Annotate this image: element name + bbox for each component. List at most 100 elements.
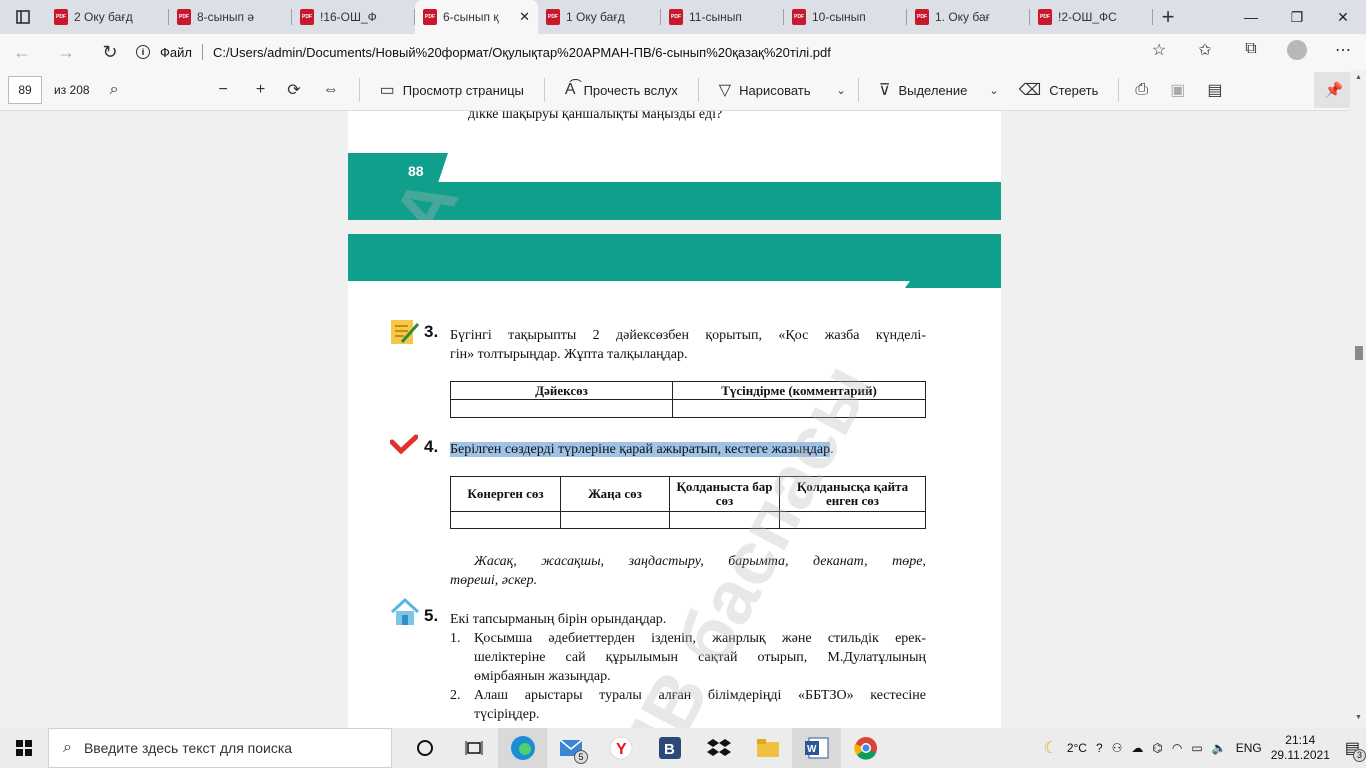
- table-cell: [450, 399, 673, 418]
- battery-icon[interactable]: ▭: [1191, 741, 1202, 755]
- divider: [697, 78, 699, 102]
- page-view-icon: ▭: [379, 82, 395, 99]
- header-band: [348, 234, 1001, 281]
- scroll-thumb[interactable]: [1355, 346, 1363, 360]
- weather-icon[interactable]: ☾: [1043, 738, 1057, 758]
- favorites-icon[interactable]: ✩: [1182, 40, 1228, 65]
- page-number-input[interactable]: 89: [8, 76, 42, 104]
- tab-4-active[interactable]: PDF 6-сынып қ ✕: [415, 0, 538, 34]
- notifications-icon[interactable]: ▤ 3: [1345, 738, 1366, 762]
- save-icon[interactable]: ▣: [1170, 80, 1185, 100]
- close-window-icon[interactable]: ✕: [1320, 0, 1366, 34]
- more-menu-icon[interactable]: ⋯: [1320, 40, 1366, 65]
- cortana-icon[interactable]: [400, 728, 449, 768]
- list-number: 2.: [450, 688, 461, 703]
- onedrive-icon[interactable]: ☁: [1131, 741, 1143, 755]
- eraser-icon: ⌫: [1018, 82, 1042, 99]
- draw-button[interactable]: ▽ Нарисовать ⌄: [719, 80, 846, 100]
- tab-8[interactable]: PDF 1. Оку бағ: [907, 0, 1030, 34]
- divider: [201, 44, 203, 60]
- address-bar: ← → ↻ i Файл C:/Users/admin/Documents/Но…: [0, 34, 1366, 70]
- tab-6[interactable]: PDF 11-сынып: [661, 0, 784, 34]
- table-cell: [560, 511, 670, 529]
- refresh-icon[interactable]: ↻: [88, 42, 132, 63]
- print-icon[interactable]: ⎙: [1135, 81, 1148, 99]
- tab-7[interactable]: PDF 10-сынып: [784, 0, 907, 34]
- people-icon[interactable]: ⚇: [1112, 741, 1123, 755]
- vk-app-icon[interactable]: B: [645, 728, 694, 768]
- tab-5[interactable]: PDF 1 Оку бағд: [538, 0, 661, 34]
- help-icon[interactable]: ?: [1096, 741, 1103, 755]
- add-favorite-icon[interactable]: ☆: [1136, 40, 1182, 65]
- page-view-button[interactable]: ▭ Просмотр страницы: [380, 80, 524, 100]
- scrollbar[interactable]: ▲ ▼: [1350, 70, 1366, 728]
- network-icon[interactable]: ⌬: [1152, 741, 1162, 755]
- fit-page-icon[interactable]: ⇔: [323, 81, 339, 99]
- word-icon[interactable]: W: [792, 728, 841, 768]
- scroll-up-icon[interactable]: ▲: [1355, 74, 1362, 81]
- system-tray: ☾ 2°C ? ⚇ ☁ ⌬ ◠ ▭ 🔈 ENG 21:14 29.11.2021 …: [1043, 733, 1366, 763]
- file-explorer-icon[interactable]: [743, 728, 792, 768]
- notification-count: 3: [1353, 749, 1366, 762]
- table-cell: [450, 511, 561, 529]
- restore-icon[interactable]: ❐: [1274, 0, 1320, 34]
- header-band-edge: [905, 280, 1001, 288]
- task-text: гін» толтырыңдар. Жұпта талқылаңдар.: [450, 347, 688, 362]
- minimize-icon[interactable]: —: [1228, 0, 1274, 34]
- tab-9[interactable]: PDF !2-ОШ_ФС: [1030, 0, 1153, 34]
- chrome-icon[interactable]: [841, 728, 890, 768]
- read-aloud-button[interactable]: A͡ Прочесть вслух: [565, 81, 678, 99]
- erase-button[interactable]: ⌫ Стереть: [1019, 80, 1099, 100]
- task-number: 5.: [424, 606, 439, 625]
- search-icon: ⌕: [63, 739, 72, 756]
- task-view-icon[interactable]: [449, 728, 498, 768]
- rotate-icon[interactable]: ⟳: [287, 80, 300, 100]
- zoom-out-icon[interactable]: −: [219, 81, 228, 99]
- divider: [543, 78, 545, 102]
- read-aloud-icon: A͡: [564, 81, 576, 98]
- pdf-icon: PDF: [546, 9, 560, 25]
- tab-actions-icon[interactable]: [0, 0, 46, 34]
- pdf-page-88: дікке шақыруы қаншалықты маңызды еді? 88…: [348, 111, 1001, 220]
- highlight-button[interactable]: ⊽ Выделение ⌄: [879, 80, 999, 100]
- close-tab-icon[interactable]: ✕: [519, 9, 530, 25]
- tab-1[interactable]: PDF 2 Оку бағд: [46, 0, 169, 34]
- word-type-table: Көнерген сөз Жаңа сөз Қолданыста бар сөз…: [450, 476, 926, 529]
- collections-icon[interactable]: ⧉: [1228, 40, 1274, 65]
- search-icon[interactable]: ⌕: [110, 81, 119, 99]
- taskbar: ⌕ Введите здесь текст для поиска 5 Y B W…: [0, 728, 1366, 768]
- chevron-down-icon[interactable]: ⌄: [989, 84, 998, 97]
- windows-start-icon[interactable]: [0, 740, 48, 756]
- save-as-icon[interactable]: ▤: [1207, 80, 1222, 100]
- dropbox-icon[interactable]: [694, 728, 743, 768]
- table-header: Көнерген сөз: [450, 476, 561, 512]
- taskbar-search-input[interactable]: ⌕ Введите здесь текст для поиска: [48, 728, 392, 768]
- temperature[interactable]: 2°C: [1067, 741, 1087, 755]
- pdf-icon: PDF: [423, 9, 437, 25]
- scroll-down-icon[interactable]: ▼: [1355, 714, 1362, 721]
- tab-3[interactable]: PDF !16-ОШ_Ф: [292, 0, 415, 34]
- profile-avatar[interactable]: [1274, 39, 1320, 65]
- yandex-browser-icon[interactable]: Y: [596, 728, 645, 768]
- volume-icon[interactable]: 🔈: [1212, 741, 1227, 755]
- back-icon[interactable]: ←: [0, 42, 44, 63]
- clock[interactable]: 21:14 29.11.2021: [1271, 733, 1330, 763]
- pin-toolbar-icon[interactable]: 📌: [1314, 72, 1354, 108]
- language-indicator[interactable]: ENG: [1236, 741, 1262, 755]
- url-field[interactable]: i Файл C:/Users/admin/Documents/Новый%20…: [136, 44, 1136, 60]
- edge-icon[interactable]: [498, 728, 547, 768]
- wifi-icon[interactable]: ◠: [1172, 741, 1182, 755]
- home-icon: [390, 597, 420, 629]
- task-text: Берілген сөздерді түрлеріне қарай ажырат…: [450, 442, 834, 457]
- notes-icon: [390, 318, 420, 349]
- mail-icon[interactable]: 5: [547, 728, 596, 768]
- info-icon[interactable]: i: [136, 45, 150, 59]
- zoom-in-icon[interactable]: +: [256, 81, 265, 99]
- chevron-down-icon[interactable]: ⌄: [837, 84, 846, 97]
- new-tab-button[interactable]: +: [1153, 0, 1183, 34]
- divider: [358, 78, 360, 102]
- forward-icon[interactable]: →: [44, 42, 88, 63]
- svg-text:B: B: [664, 741, 675, 758]
- list-item-text: түсіріңдер.: [474, 707, 540, 722]
- tab-2[interactable]: PDF 8-сынып ә: [169, 0, 292, 34]
